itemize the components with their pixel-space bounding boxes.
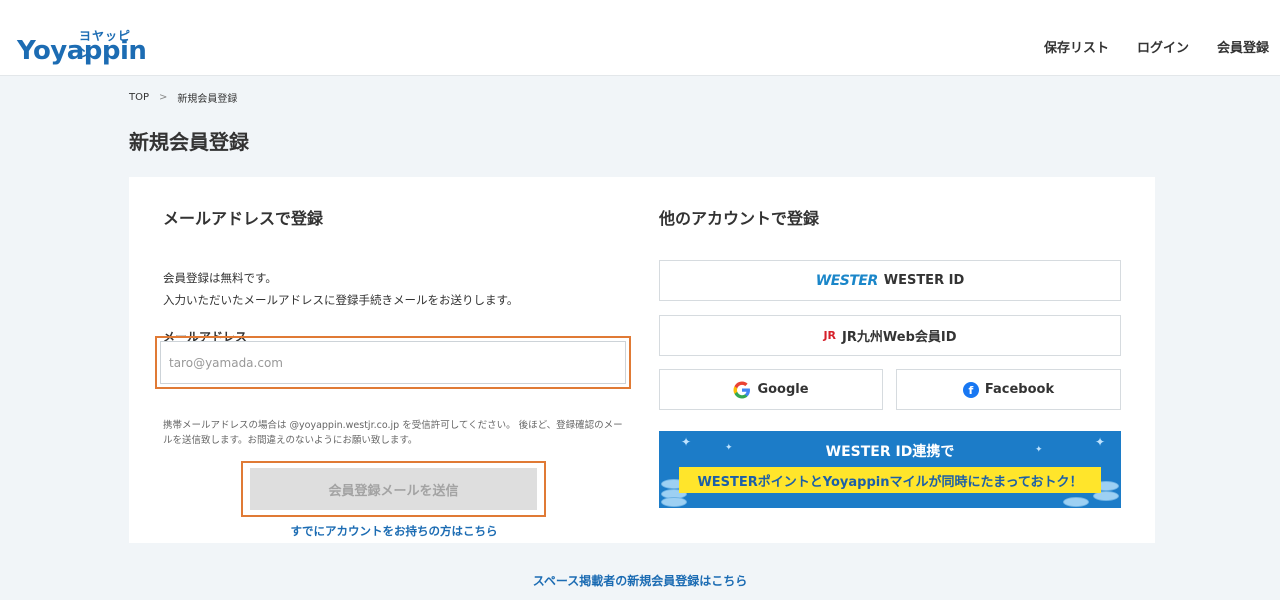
chevron-right-icon: > bbox=[159, 92, 168, 103]
email-registration-section: メールアドレスで登録 会員登録は無料です。 入力いただいたメールアドレスに登録手… bbox=[155, 205, 633, 538]
email-note: 携帯メールアドレスの場合は @yoyappin.westjr.co.jp を受信… bbox=[163, 420, 623, 446]
coin-icon bbox=[1063, 497, 1089, 507]
email-section-description: 会員登録は無料です。 入力いただいたメールアドレスに登録手続きメールをお送りしま… bbox=[163, 267, 633, 311]
desc-line-2: 入力いただいたメールアドレスに登録手続きメールをお送りします。 bbox=[163, 293, 519, 307]
nav-register[interactable]: 会員登録 bbox=[1217, 37, 1269, 56]
jr-logo-icon: JR bbox=[823, 329, 837, 342]
other-account-section: 他のアカウントで登録 WESTER WESTER ID JR JR九州Web会員… bbox=[659, 205, 1121, 508]
submit-highlight: 会員登録メールを送信 bbox=[241, 461, 546, 517]
breadcrumb: TOP > 新規会員登録 bbox=[129, 90, 237, 105]
yoyappin-logo[interactable]: ヨヤッピン Yoyappin bbox=[17, 22, 147, 70]
wester-id-button[interactable]: WESTER WESTER ID bbox=[659, 260, 1121, 301]
breadcrumb-top[interactable]: TOP bbox=[129, 92, 149, 103]
wester-id-label: WESTER ID bbox=[883, 273, 965, 288]
nav-login[interactable]: ログイン bbox=[1137, 37, 1189, 56]
other-section-title: 他のアカウントで登録 bbox=[659, 209, 820, 228]
breadcrumb-current: 新規会員登録 bbox=[177, 94, 238, 105]
wester-logo-icon: WESTER bbox=[815, 272, 878, 289]
email-section-title: メールアドレスで登録 bbox=[163, 209, 324, 228]
logo-wordmark: Yoyappin bbox=[17, 36, 147, 66]
wester-promo-banner[interactable]: ✦ ✦ ✦ ✦ WESTER ID連携で WESTERポイントとYoyappin… bbox=[659, 431, 1121, 508]
banner-subline: WESTERポイントとYoyappinマイルが同時にたまっておトク！ bbox=[679, 467, 1101, 493]
site-header: ヨヤッピン Yoyappin 保存リスト ログイン 会員登録 bbox=[0, 0, 1280, 76]
facebook-icon: f bbox=[962, 381, 979, 398]
facebook-label: Facebook bbox=[984, 382, 1055, 397]
google-icon bbox=[733, 381, 751, 398]
email-input[interactable]: taro@yamada.com bbox=[160, 341, 626, 384]
google-label: Google bbox=[757, 382, 809, 397]
email-field-highlight: taro@yamada.com bbox=[155, 336, 631, 389]
jr-kyushu-button[interactable]: JR JR九州Web会員ID bbox=[659, 315, 1121, 356]
facebook-button[interactable]: f Facebook bbox=[896, 369, 1121, 410]
send-registration-email-button[interactable]: 会員登録メールを送信 bbox=[250, 468, 537, 510]
existing-account-link[interactable]: すでにアカウントをお持ちの方はこちら bbox=[163, 523, 625, 539]
desc-line-1: 会員登録は無料です。 bbox=[163, 271, 277, 285]
registration-card: メールアドレスで登録 会員登録は無料です。 入力いただいたメールアドレスに登録手… bbox=[129, 177, 1155, 543]
nav-saved-list[interactable]: 保存リスト bbox=[1044, 37, 1109, 56]
jr-kyushu-label: JR九州Web会員ID bbox=[842, 330, 957, 345]
banner-headline: WESTER ID連携で bbox=[825, 444, 955, 460]
google-button[interactable]: Google bbox=[659, 369, 883, 410]
space-owner-register-link[interactable]: スペース掲載者の新規会員登録はこちら bbox=[0, 572, 1280, 589]
header-nav: 保存リスト ログイン 会員登録 bbox=[1044, 37, 1269, 56]
coin-icon bbox=[661, 497, 687, 507]
page-title: 新規会員登録 bbox=[129, 130, 249, 154]
